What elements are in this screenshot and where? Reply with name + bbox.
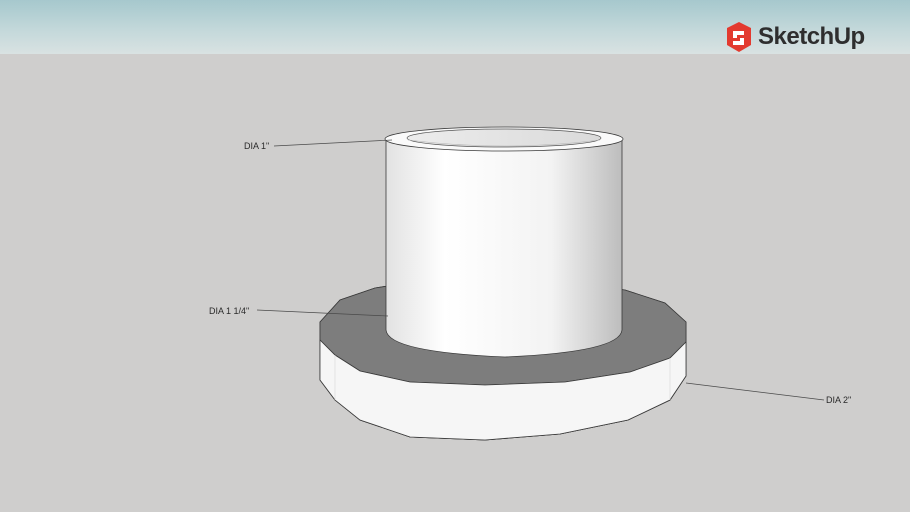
3d-model-bushing[interactable] (0, 0, 910, 512)
dimension-label-dia-1[interactable]: DIA 1" (244, 141, 269, 151)
cylinder-body (385, 139, 623, 358)
cylinder-bore (406, 128, 602, 148)
leader-dia-1 (273, 139, 393, 147)
dimension-label-dia-2[interactable]: DIA 2" (826, 395, 851, 405)
model-viewport[interactable]: DIA 1" DIA 1 1/4" DIA 2" SketchUp (0, 0, 910, 512)
dimension-label-dia-1-1-4[interactable]: DIA 1 1/4" (209, 306, 249, 316)
sketchup-logo-icon (727, 22, 751, 52)
sketchup-logo: SketchUp (724, 21, 865, 53)
leader-dia-2 (685, 382, 825, 401)
brand-name: SketchUp (758, 23, 865, 50)
